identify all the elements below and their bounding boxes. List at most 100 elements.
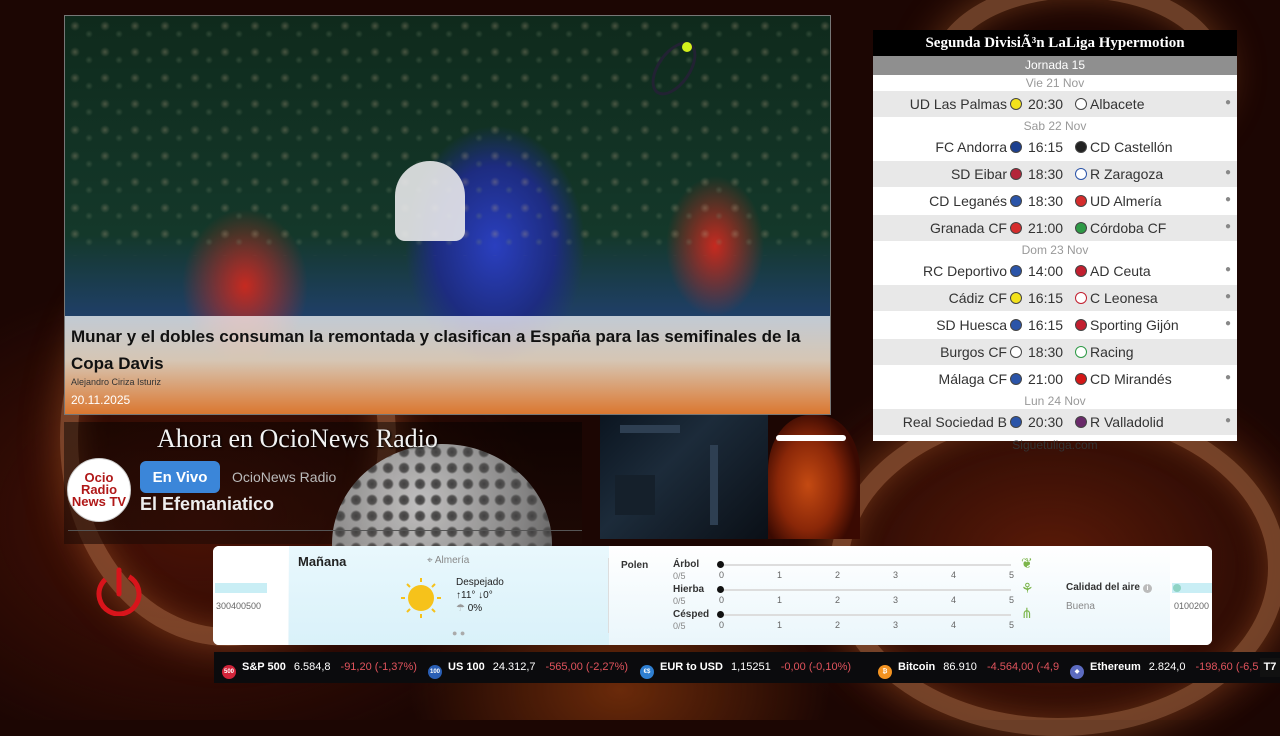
match-row[interactable]: CD Leganés 18:30 UD Almería ● — [873, 188, 1237, 215]
location-pin-icon[interactable]: ● — [1225, 97, 1231, 108]
air-quality-marker — [1173, 584, 1181, 592]
location-pin-icon[interactable]: ● — [1225, 318, 1231, 329]
match-time: 16:15 — [1028, 139, 1064, 155]
forecast-temps: ↑11° ↓0° — [456, 589, 504, 602]
scale-tick: 2 — [835, 620, 841, 630]
home-team: Real Sociedad B — [902, 414, 1007, 430]
away-team: Albacete — [1090, 96, 1145, 112]
location-pin-icon[interactable]: ● — [1225, 264, 1231, 275]
location-pin-icon[interactable]: ● — [1225, 372, 1231, 383]
match-row[interactable]: Granada CF 21:00 Córdoba CF ● — [873, 215, 1237, 242]
ticker-item[interactable]: €$ EUR to USD 1,15251 -0,00 (-0,10%) — [640, 661, 851, 679]
away-crest-icon — [1075, 222, 1087, 234]
pollen-value: 0/5 — [673, 596, 686, 606]
scale-tick: 5 — [1009, 620, 1015, 630]
match-row[interactable]: SD Eibar 18:30 R Zaragoza ● — [873, 161, 1237, 188]
pollen-level-marker — [717, 561, 724, 568]
scale-tick: 2 — [835, 570, 841, 580]
home-team: Granada CF — [929, 220, 1007, 236]
match-time: 20:30 — [1028, 96, 1064, 112]
away-crest-icon — [1075, 346, 1087, 358]
pollen-level-marker — [717, 586, 724, 593]
location-pin-icon[interactable]: ● — [1225, 291, 1231, 302]
weather-prev-bar — [215, 583, 267, 593]
pollen-row: Césped 0/5 0 1 2 3 4 5 ⋔ — [673, 605, 1033, 633]
news-headline[interactable]: Munar y el dobles consuman la remontada … — [71, 323, 811, 377]
home-crest-icon — [1010, 292, 1022, 304]
video-thumbnail[interactable] — [600, 415, 768, 539]
away-team: R Valladolid — [1090, 414, 1164, 430]
ticker-change: -565,00 (-2,27%) — [545, 661, 629, 673]
location-pin-icon[interactable]: ● — [1225, 194, 1231, 205]
league-title: Segunda DivisiÃ³n LaLiga Hypermotion — [873, 30, 1237, 56]
live-button[interactable]: En Vivo — [140, 461, 220, 493]
away-crest-icon — [1075, 141, 1087, 153]
pollen-value: 0/5 — [673, 571, 686, 581]
scale-tick: 4 — [951, 570, 957, 580]
football-lace — [776, 435, 846, 441]
match-time: 21:00 — [1028, 220, 1064, 236]
match-row[interactable]: FC Andorra 16:15 CD Castellón — [873, 134, 1237, 161]
forecast-condition: Despejado — [456, 577, 504, 588]
location-pin-icon: ⌖ — [427, 555, 435, 566]
weather-prev-values: 300400500 — [216, 601, 262, 611]
home-crest-icon — [1010, 195, 1022, 207]
tree-icon: ❦ — [1021, 555, 1033, 571]
match-row[interactable]: SD Huesca 16:15 Sporting Gijón ● — [873, 312, 1237, 339]
ticker-item[interactable]: ₿ Bitcoin 86.910 -4.564,00 (-4,9 — [878, 661, 1059, 679]
pollen-name: Césped — [673, 609, 710, 620]
ticker-change: -198,60 (-6,5 — [1195, 661, 1259, 673]
pollen-name: Árbol — [673, 559, 700, 570]
info-icon[interactable]: i — [1142, 584, 1152, 593]
match-row[interactable]: Burgos CF 18:30 Racing — [873, 339, 1237, 366]
away-team: R Zaragoza — [1090, 166, 1164, 182]
power-icon[interactable] — [94, 566, 144, 617]
ticker-item[interactable]: 500 S&P 500 6.584,8 -91,20 (-1,37%) — [222, 661, 417, 679]
match-row[interactable]: RC Deportivo 14:00 AD Ceuta ● — [873, 258, 1237, 285]
pollen-row: Árbol 0/5 0 1 2 3 4 5 ❦ — [673, 555, 1033, 583]
match-row[interactable]: Cádiz CF 16:15 C Leonesa ● — [873, 285, 1237, 312]
home-team: SD Eibar — [950, 166, 1007, 182]
home-team: Cádiz CF — [948, 290, 1007, 306]
forecast-rain: ☂ 0% — [456, 602, 504, 615]
ticker-item[interactable]: ◆ Ethereum 2.824,0 -198,60 (-6,5 — [1070, 661, 1258, 679]
ticker-item[interactable]: 100 US 100 24.312,7 -565,00 (-2,27%) — [428, 661, 628, 679]
away-team: Racing — [1090, 344, 1134, 360]
pollen-value: 0/5 — [673, 621, 686, 631]
ticker-price: 6.584,8 — [293, 661, 331, 673]
carousel-dots[interactable]: ● ● — [452, 628, 465, 638]
scale-tick: 0 — [719, 595, 725, 605]
match-row[interactable]: Málaga CF 21:00 CD Mirandés ● — [873, 366, 1237, 393]
league-source-link[interactable]: Siguetuliga.com — [873, 436, 1237, 454]
location-pin-icon[interactable]: ● — [1225, 221, 1231, 232]
air-quality-label: Calidad del aire i — [1066, 582, 1152, 593]
home-crest-icon — [1010, 416, 1022, 428]
ticker-price: 2.824,0 — [1148, 661, 1186, 673]
herb-icon: ⚘ — [1021, 580, 1034, 596]
forecast-location-name: Almería — [434, 555, 470, 566]
radio-panel: Ahora en OcioNews Radio Ocio Radio News … — [64, 422, 582, 644]
news-card[interactable]: Munar y el dobles consuman la remontada … — [64, 15, 831, 415]
away-crest-icon — [1075, 265, 1087, 277]
ticker-name: Ethereum — [1090, 661, 1141, 673]
away-team: AD Ceuta — [1090, 263, 1151, 279]
radio-logo[interactable]: Ocio Radio News TV — [67, 458, 131, 522]
tradingview-logo[interactable]: T7 — [1260, 658, 1280, 677]
scale-tick: 5 — [1009, 595, 1015, 605]
video-image-detail — [615, 475, 655, 515]
away-crest-icon — [1075, 195, 1087, 207]
news-image-ball — [682, 42, 692, 52]
league-schedule-widget: Segunda DivisiÃ³n LaLiga Hypermotion Jor… — [873, 30, 1237, 452]
location-pin-icon[interactable]: ● — [1225, 415, 1231, 426]
home-crest-icon — [1010, 265, 1022, 277]
scale-tick: 3 — [893, 570, 899, 580]
location-pin-icon[interactable]: ● — [1225, 167, 1231, 178]
pollen-label: Polen — [621, 560, 649, 571]
umbrella-icon: ☂ — [456, 603, 468, 614]
match-day-header: Sab 22 Nov — [1023, 119, 1087, 133]
away-team: Sporting Gijón — [1090, 317, 1179, 333]
ethereum-icon: ◆ — [1070, 665, 1084, 679]
match-row[interactable]: UD Las Palmas 20:30 Albacete ● — [873, 91, 1237, 118]
away-crest-icon — [1075, 373, 1087, 385]
match-row[interactable]: Real Sociedad B 20:30 R Valladolid ● — [873, 409, 1237, 436]
